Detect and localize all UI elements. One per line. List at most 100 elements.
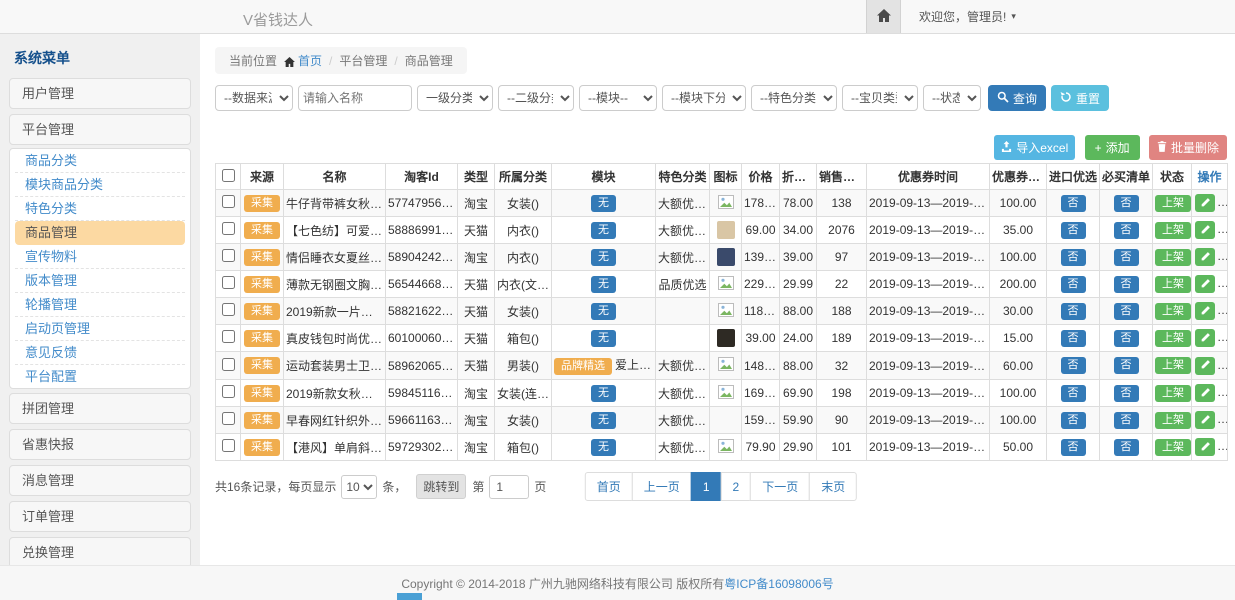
edit-button[interactable] (1195, 384, 1215, 402)
imported-toggle-badge[interactable]: 否 (1061, 222, 1086, 239)
module-badge[interactable]: 无 (591, 439, 616, 456)
status-badge[interactable]: 上架 (1155, 195, 1191, 212)
reset-button[interactable]: 重置 (1051, 85, 1109, 111)
filter-select-status[interactable]: --状态-- (923, 85, 981, 111)
status-badge[interactable]: 上架 (1155, 412, 1191, 429)
edit-button[interactable] (1195, 275, 1215, 293)
status-badge[interactable]: 上架 (1155, 276, 1191, 293)
filter-input-name[interactable] (298, 85, 412, 111)
batch-delete-button[interactable]: 批量删除 (1149, 135, 1227, 160)
module-badge[interactable]: 无 (591, 249, 616, 266)
sidebar-group-3[interactable]: 省惠快报 (9, 429, 191, 460)
sidebar-item-6[interactable]: 轮播管理 (15, 293, 185, 317)
must-buy-toggle-badge[interactable]: 否 (1114, 303, 1139, 320)
imported-toggle-badge[interactable]: 否 (1061, 276, 1086, 293)
edit-button[interactable] (1195, 357, 1215, 375)
module-badge[interactable]: 品牌精选 (554, 358, 612, 375)
row-checkbox[interactable] (222, 385, 235, 398)
page-button-1[interactable]: 上一页 (632, 472, 692, 501)
sidebar-group-2[interactable]: 拼团管理 (9, 393, 191, 424)
status-badge[interactable]: 上架 (1155, 357, 1191, 374)
edit-button[interactable] (1195, 329, 1215, 347)
filter-select-data-source[interactable]: --数据来源-- (215, 85, 293, 111)
imported-toggle-badge[interactable]: 否 (1061, 303, 1086, 320)
page-button-4[interactable]: 下一页 (750, 472, 810, 501)
page-button-2[interactable]: 1 (691, 472, 722, 501)
jump-button[interactable]: 跳转到 (416, 474, 466, 499)
must-buy-toggle-badge[interactable]: 否 (1114, 222, 1139, 239)
sidebar-group-1[interactable]: 平台管理 (9, 114, 191, 145)
breadcrumb-home-link[interactable]: 首页 (298, 54, 322, 68)
imported-toggle-badge[interactable]: 否 (1061, 385, 1086, 402)
filter-select-feature-category[interactable]: --特色分类-- (751, 85, 837, 111)
search-button[interactable]: 查询 (988, 85, 1046, 111)
module-badge[interactable]: 无 (591, 276, 616, 293)
icp-link[interactable]: 粤ICP备16098006号 (724, 575, 833, 592)
sidebar-item-1[interactable]: 模块商品分类 (15, 173, 185, 197)
filter-select-module[interactable]: --模块-- (579, 85, 657, 111)
page-size-select[interactable]: 10 (341, 475, 377, 499)
row-checkbox[interactable] (222, 222, 235, 235)
page-button-3[interactable]: 2 (721, 472, 752, 501)
user-menu[interactable]: 欢迎您，管理员! ▾ (919, 8, 1016, 25)
must-buy-toggle-badge[interactable]: 否 (1114, 385, 1139, 402)
module-badge[interactable]: 无 (591, 195, 616, 212)
row-checkbox[interactable] (222, 330, 235, 343)
sidebar-item-7[interactable]: 启动页管理 (15, 317, 185, 341)
imported-toggle-badge[interactable]: 否 (1061, 249, 1086, 266)
filter-select-category-level-1[interactable]: 一级分类 (417, 85, 493, 111)
status-badge[interactable]: 上架 (1155, 330, 1191, 347)
edit-button[interactable] (1195, 438, 1215, 456)
row-checkbox[interactable] (222, 439, 235, 452)
row-checkbox[interactable] (222, 249, 235, 262)
edit-button[interactable] (1195, 302, 1215, 320)
module-badge[interactable]: 无 (591, 330, 616, 347)
imported-toggle-badge[interactable]: 否 (1061, 357, 1086, 374)
status-badge[interactable]: 上架 (1155, 222, 1191, 239)
import-excel-button[interactable]: 导入excel (994, 135, 1075, 160)
row-checkbox[interactable] (222, 412, 235, 425)
page-button-5[interactable]: 末页 (809, 472, 857, 501)
must-buy-toggle-badge[interactable]: 否 (1114, 412, 1139, 429)
must-buy-toggle-badge[interactable]: 否 (1114, 357, 1139, 374)
filter-select-item-type[interactable]: --宝贝类型-- (842, 85, 918, 111)
imported-toggle-badge[interactable]: 否 (1061, 412, 1086, 429)
status-badge[interactable]: 上架 (1155, 439, 1191, 456)
imported-toggle-badge[interactable]: 否 (1061, 195, 1086, 212)
must-buy-toggle-badge[interactable]: 否 (1114, 249, 1139, 266)
imported-toggle-badge[interactable]: 否 (1061, 439, 1086, 456)
sidebar-item-4[interactable]: 宣传物料 (15, 245, 185, 269)
jump-page-input[interactable] (489, 475, 529, 499)
edit-button[interactable] (1195, 248, 1215, 266)
sidebar-group-0[interactable]: 用户管理 (9, 78, 191, 109)
sidebar-item-2[interactable]: 特色分类 (15, 197, 185, 221)
sidebar-group-5[interactable]: 订单管理 (9, 501, 191, 532)
status-badge[interactable]: 上架 (1155, 385, 1191, 402)
filter-select-category-level-2[interactable]: --二级分类-- (498, 85, 574, 111)
must-buy-toggle-badge[interactable]: 否 (1114, 195, 1139, 212)
page-button-0[interactable]: 首页 (585, 472, 633, 501)
add-button[interactable]: + 添加 (1085, 135, 1140, 160)
module-badge[interactable]: 无 (591, 222, 616, 239)
edit-button[interactable] (1195, 221, 1215, 239)
filter-select-module-sub-category[interactable]: --模块下分类-- (662, 85, 746, 111)
edit-button[interactable] (1195, 411, 1215, 429)
module-badge[interactable]: 无 (591, 303, 616, 320)
must-buy-toggle-badge[interactable]: 否 (1114, 330, 1139, 347)
row-checkbox[interactable] (222, 276, 235, 289)
home-button[interactable] (866, 0, 901, 33)
sidebar-item-8[interactable]: 意见反馈 (15, 341, 185, 365)
status-badge[interactable]: 上架 (1155, 303, 1191, 320)
must-buy-toggle-badge[interactable]: 否 (1114, 276, 1139, 293)
row-checkbox[interactable] (222, 358, 235, 371)
edit-button[interactable] (1195, 194, 1215, 212)
sidebar-group-4[interactable]: 消息管理 (9, 465, 191, 496)
select-all-checkbox[interactable] (222, 169, 235, 182)
row-checkbox[interactable] (222, 195, 235, 208)
sidebar-item-5[interactable]: 版本管理 (15, 269, 185, 293)
sidebar-item-9[interactable]: 平台配置 (15, 365, 185, 388)
must-buy-toggle-badge[interactable]: 否 (1114, 439, 1139, 456)
status-badge[interactable]: 上架 (1155, 249, 1191, 266)
module-badge[interactable]: 无 (591, 385, 616, 402)
sidebar-item-3[interactable]: 商品管理 (15, 221, 185, 245)
